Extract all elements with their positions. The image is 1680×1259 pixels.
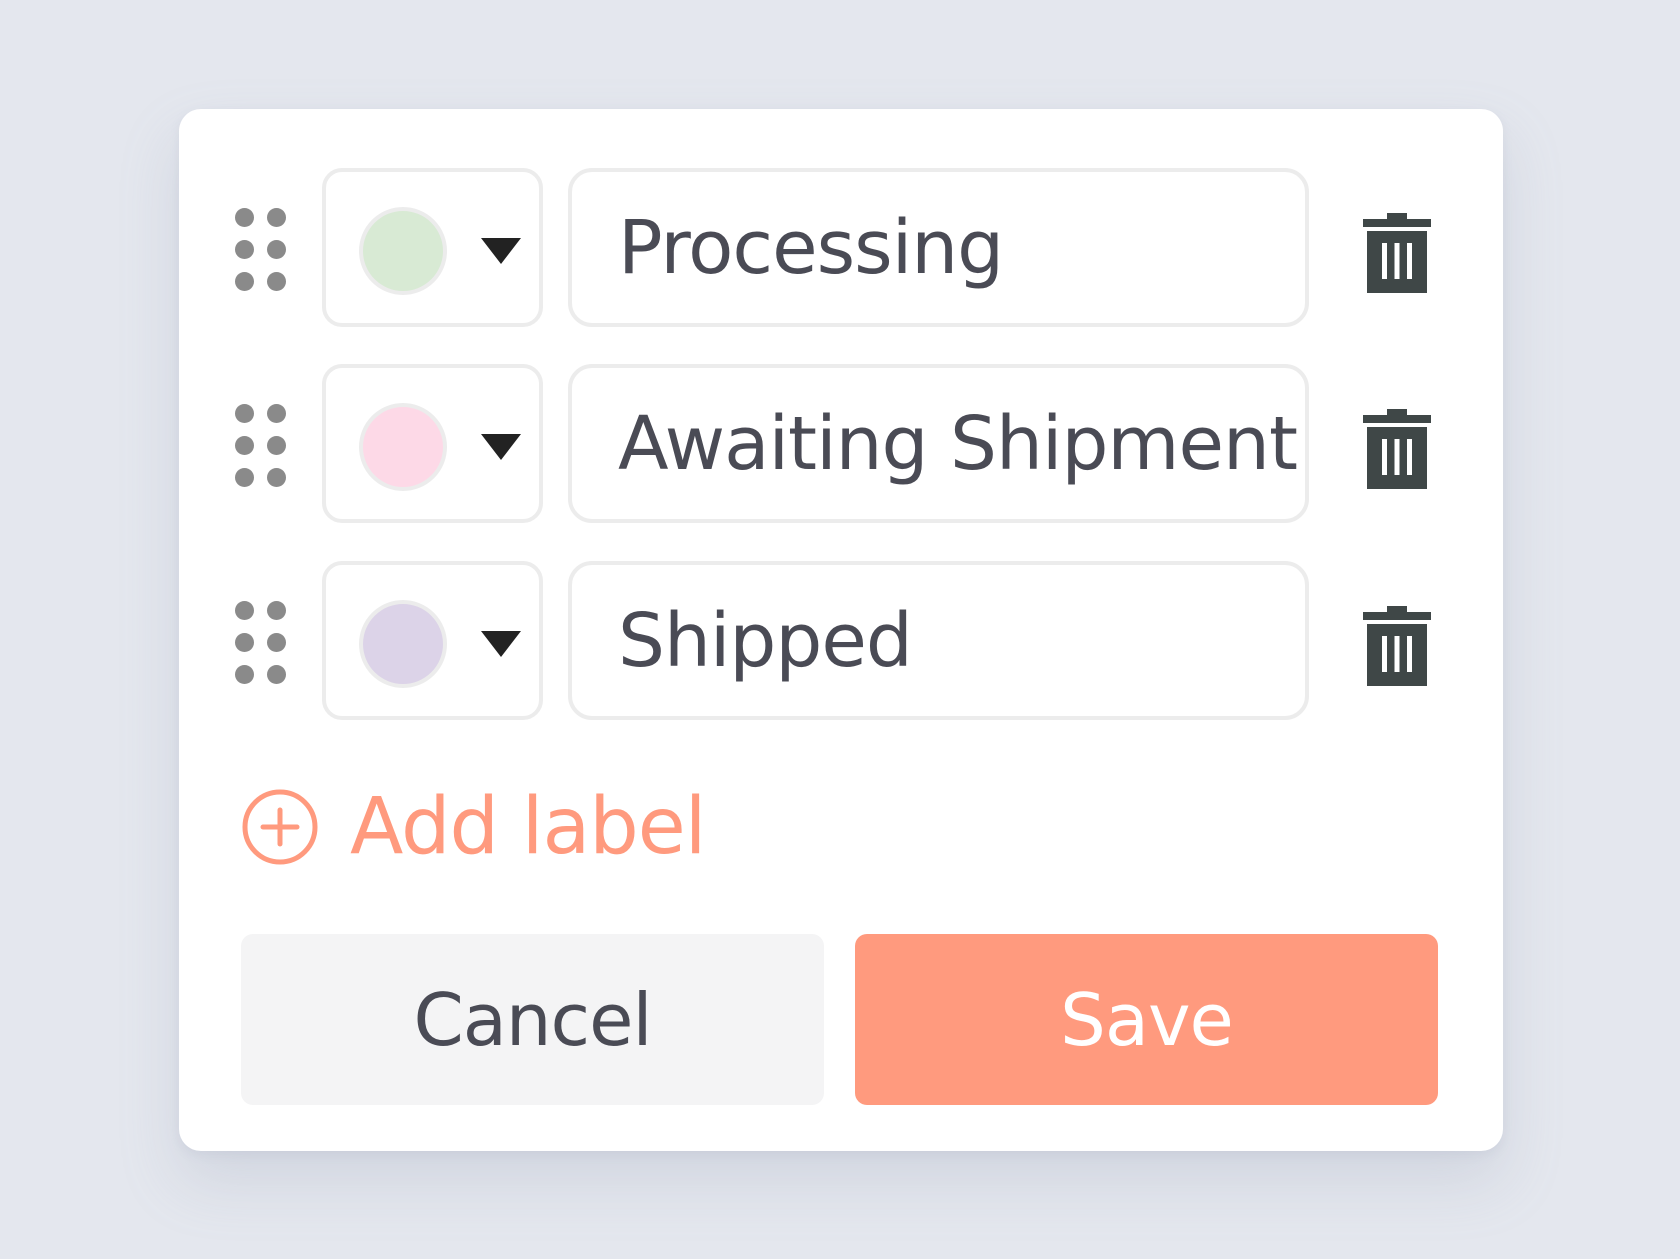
- label-name-input[interactable]: [568, 561, 1309, 720]
- cancel-button[interactable]: Cancel: [241, 934, 824, 1105]
- color-picker[interactable]: [322, 364, 543, 523]
- label-row: [179, 364, 1503, 527]
- caret-down-icon: [481, 238, 521, 264]
- drag-handle-icon[interactable]: [235, 208, 287, 291]
- plus-circle-icon: [242, 789, 318, 865]
- save-button[interactable]: Save: [855, 934, 1438, 1105]
- color-swatch: [359, 600, 447, 688]
- add-label-text: Add label: [350, 782, 706, 872]
- color-swatch: [359, 207, 447, 295]
- add-label-button[interactable]: Add label: [241, 773, 706, 881]
- color-swatch: [359, 403, 447, 491]
- caret-down-icon: [481, 434, 521, 460]
- color-picker[interactable]: [322, 561, 543, 720]
- color-picker[interactable]: [322, 168, 543, 327]
- trash-icon[interactable]: [1363, 409, 1431, 489]
- label-row: [179, 168, 1503, 331]
- caret-down-icon: [481, 631, 521, 657]
- label-name-input[interactable]: [568, 364, 1309, 523]
- label-row: [179, 561, 1503, 724]
- trash-icon[interactable]: [1363, 606, 1431, 686]
- drag-handle-icon[interactable]: [235, 601, 287, 684]
- trash-icon[interactable]: [1363, 213, 1431, 293]
- label-name-input[interactable]: [568, 168, 1309, 327]
- label-editor-card: Add label Cancel Save: [179, 109, 1503, 1151]
- drag-handle-icon[interactable]: [235, 404, 287, 487]
